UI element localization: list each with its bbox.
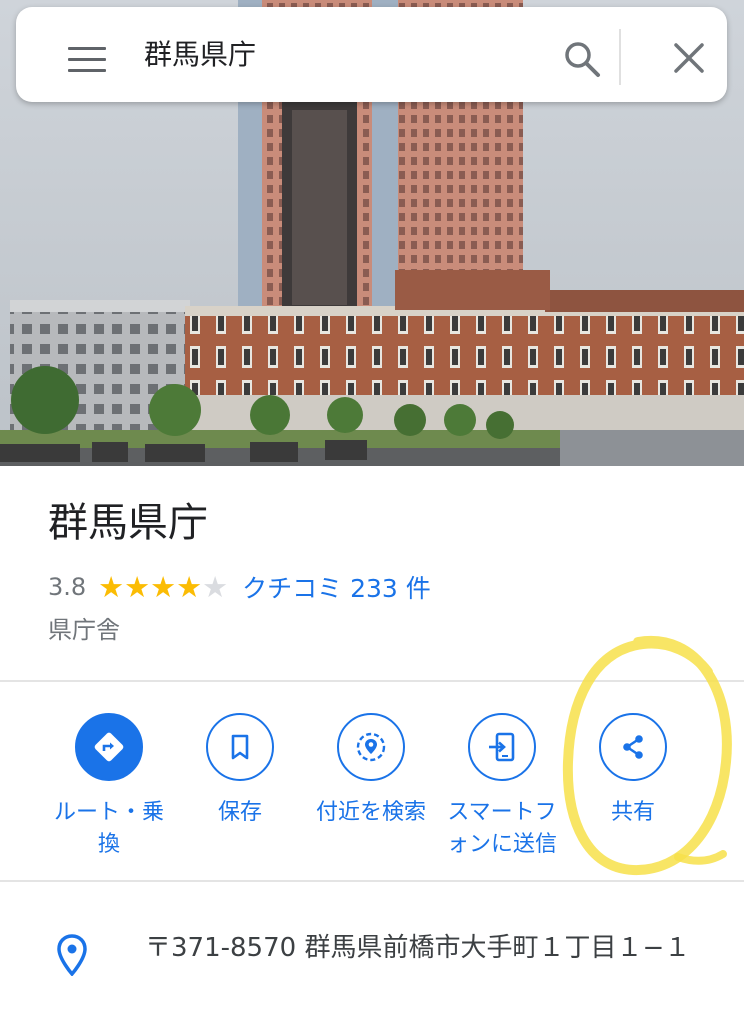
- search-input[interactable]: 群馬県庁: [144, 35, 256, 75]
- menu-icon[interactable]: [68, 47, 106, 75]
- reviews-link[interactable]: クチコミ 233 件: [242, 569, 431, 605]
- bookmark-icon: [206, 713, 274, 781]
- share-button[interactable]: 共有: [568, 713, 698, 829]
- star-icon: ★: [176, 570, 203, 604]
- share-icon: [599, 713, 667, 781]
- share-label: 共有: [610, 800, 655, 825]
- address-text[interactable]: 〒371-8570 群馬県前橋市大手町１丁目１−１: [145, 928, 705, 968]
- nearby-icon: [337, 713, 405, 781]
- directions-label: ルート・乗換: [53, 800, 164, 857]
- divider: [0, 680, 744, 682]
- star-icon: ★: [98, 570, 125, 604]
- search-nearby-button[interactable]: 付近を検索: [306, 713, 436, 829]
- close-icon[interactable]: [671, 40, 707, 76]
- star-empty-icon: ★: [202, 570, 229, 604]
- star-icon: ★: [124, 570, 151, 604]
- search-divider: [619, 29, 621, 85]
- directions-icon: [75, 713, 143, 781]
- rating-value: 3.8: [48, 573, 87, 601]
- send-to-phone-icon: [468, 713, 536, 781]
- send-to-phone-label: スマートフォンに送信: [446, 800, 557, 857]
- divider: [0, 880, 744, 882]
- place-title: 群馬県庁: [48, 500, 208, 546]
- search-nearby-label: 付近を検索: [315, 800, 426, 825]
- save-button[interactable]: 保存: [175, 713, 305, 829]
- star-icon: ★: [150, 570, 177, 604]
- rating-row: 3.8 ★ ★ ★ ★ ★ クチコミ 233 件: [48, 569, 431, 605]
- send-to-phone-button[interactable]: スマートフォンに送信: [437, 713, 567, 861]
- star-rating: ★ ★ ★ ★ ★: [98, 572, 228, 602]
- directions-button[interactable]: ルート・乗換: [44, 713, 174, 861]
- search-bar[interactable]: 群馬県庁: [16, 7, 727, 102]
- search-icon[interactable]: [562, 39, 602, 79]
- place-category: 県庁舎: [48, 616, 120, 644]
- location-pin-icon: [56, 934, 88, 980]
- save-label: 保存: [217, 800, 262, 825]
